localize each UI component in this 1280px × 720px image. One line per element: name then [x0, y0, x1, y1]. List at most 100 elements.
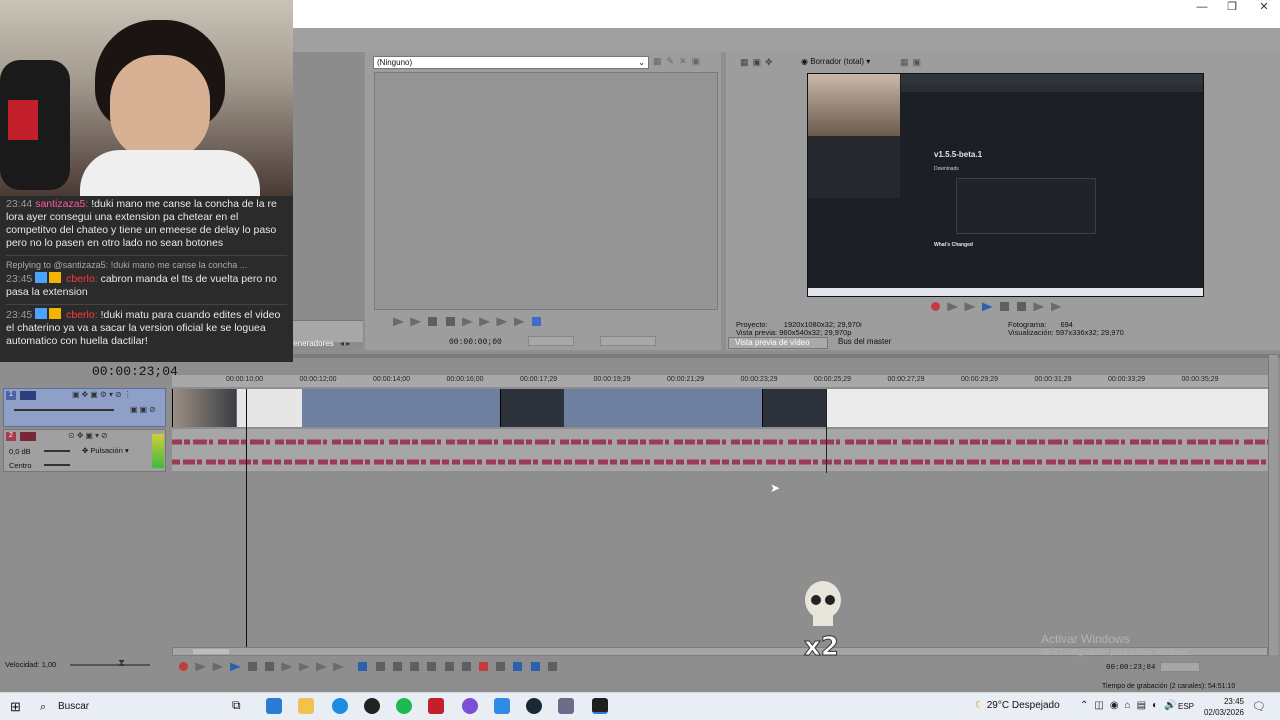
pause-icon[interactable]: [428, 317, 438, 327]
chat-colon: :: [85, 198, 89, 210]
next-icon[interactable]: [1050, 302, 1062, 312]
speed-handle-icon[interactable]: ⧗: [118, 658, 130, 670]
edge-icon[interactable]: [332, 698, 348, 714]
language-indicator[interactable]: ESP: [1178, 702, 1194, 711]
loop-icon[interactable]: [947, 302, 959, 312]
timeline-transport[interactable]: [176, 662, 676, 674]
trimmer-source-dropdown[interactable]: (Ninguno) ⌄: [373, 56, 649, 69]
preview-quality-dropdown[interactable]: ◉ Borrador (total) ▾: [801, 57, 891, 69]
spotify-icon[interactable]: [396, 698, 412, 714]
play-icon[interactable]: [964, 302, 976, 312]
next-frame-icon[interactable]: [479, 317, 491, 327]
restore-button[interactable]: ❐: [1217, 0, 1247, 14]
play-from-start-icon[interactable]: [212, 662, 224, 672]
playhead[interactable]: [246, 389, 247, 647]
copilot-icon[interactable]: [266, 698, 282, 714]
video-clip[interactable]: [762, 389, 826, 427]
system-tray-icons[interactable]: ⌃◫◉⌂▤◐🔊: [1080, 700, 1183, 711]
file-explorer-icon[interactable]: [298, 698, 314, 714]
clock[interactable]: 23:45 02/03/2026: [1200, 696, 1244, 718]
timeline-zoom-control[interactable]: [1160, 662, 1200, 672]
selection-tool-icon[interactable]: [392, 662, 402, 672]
video-track-extra[interactable]: ▣▣⊘: [130, 405, 158, 414]
vegas-icon[interactable]: [428, 698, 444, 714]
audio-track-lane[interactable]: [172, 429, 1268, 471]
record-icon[interactable]: [179, 662, 188, 672]
speed-slider[interactable]: [70, 664, 150, 666]
loop-icon[interactable]: [195, 662, 207, 672]
stop-icon[interactable]: [265, 662, 275, 672]
marker-icon[interactable]: [478, 662, 488, 672]
stop-icon[interactable]: [445, 317, 455, 327]
taskbar-search[interactable]: ⌕ Buscar: [34, 698, 224, 716]
audio-track-buttons[interactable]: ⊙✥▣▾⊘: [68, 431, 110, 440]
go-start-icon[interactable]: [281, 662, 293, 672]
pause-icon[interactable]: [247, 662, 257, 672]
discord-icon[interactable]: [462, 698, 478, 714]
prev-frame-icon[interactable]: [461, 317, 473, 327]
region-icon[interactable]: [496, 662, 506, 672]
speed-label: Velocidad: 1,00: [5, 660, 57, 669]
video-clip[interactable]: [826, 389, 1268, 427]
lock-envelopes-icon[interactable]: [547, 662, 557, 672]
trimmer-view[interactable]: [374, 72, 718, 310]
trim-icon[interactable]: [444, 662, 454, 672]
trimmer-zoom[interactable]: [600, 336, 656, 346]
weather-widget[interactable]: ☾ 29°C Despejado: [975, 700, 1060, 711]
stop-icon[interactable]: [1017, 302, 1027, 312]
step-forward-icon[interactable]: [513, 317, 525, 327]
next-frame-icon[interactable]: [333, 662, 345, 672]
tab-scroll-arrows[interactable]: ◂ ▸: [340, 339, 356, 349]
task-view-icon[interactable]: ⧉: [232, 698, 248, 714]
trimmer-transport[interactable]: [391, 317, 721, 329]
go-end-icon[interactable]: [298, 662, 310, 672]
tab-media-generators[interactable]: Generadores de me: [287, 339, 335, 349]
preview-transport[interactable]: [928, 302, 1088, 314]
edit-tool-icon[interactable]: [358, 662, 368, 672]
zoom-tool-icon[interactable]: [410, 662, 420, 672]
prev-frame-icon[interactable]: [315, 662, 327, 672]
trimmer-slider[interactable]: [528, 336, 574, 346]
timeline-vertical-scrollbar[interactable]: [1268, 355, 1278, 655]
envelope-tool-icon[interactable]: [375, 662, 385, 672]
pause-icon[interactable]: [999, 302, 1009, 312]
delete-icon[interactable]: [427, 662, 437, 672]
video-track-header[interactable]: 1 ▣✥▣⚙▾⊘⋮ ▣▣⊘: [3, 388, 166, 427]
tab-master-bus[interactable]: Bus del master: [832, 337, 912, 349]
step-back-icon[interactable]: [496, 317, 508, 327]
minimize-button[interactable]: —: [1187, 0, 1217, 14]
prev-icon[interactable]: [1033, 302, 1045, 312]
loop-icon[interactable]: [393, 317, 404, 327]
tab-video-preview[interactable]: Vista previa de vídeo: [728, 337, 828, 349]
record-icon[interactable]: [931, 302, 940, 312]
video-track-lane[interactable]: [172, 389, 1268, 427]
trimmer-toolbar[interactable]: ▦✎✕▣: [653, 56, 717, 68]
audio-volume-slider[interactable]: [44, 450, 70, 452]
close-button[interactable]: ✕: [1249, 0, 1279, 14]
audio-mode-dropdown[interactable]: ✥ Pulsación ▾: [82, 446, 129, 455]
app-icon[interactable]: [558, 698, 574, 714]
selection-icon[interactable]: [531, 317, 541, 327]
notifications-icon[interactable]: 🗨: [1252, 700, 1266, 713]
audio-track-header[interactable]: 2 ⊙✥▣▾⊘ 0,0 dB ✥ Pulsación ▾ Centro: [3, 429, 166, 472]
steam-icon[interactable]: [526, 698, 542, 714]
scrollbar-thumb[interactable]: [193, 649, 229, 654]
preview-toolbar-left[interactable]: ▦▣✥: [740, 57, 800, 69]
split-icon[interactable]: [461, 662, 471, 672]
video-clip[interactable]: [500, 389, 564, 427]
preview-toolbar-right[interactable]: ▦▣: [900, 57, 960, 69]
audio-pan-slider[interactable]: [44, 464, 70, 466]
play-icon[interactable]: [410, 317, 422, 327]
video-opacity-slider[interactable]: [14, 409, 114, 411]
video-track-buttons[interactable]: ▣✥▣⚙▾⊘⋮: [72, 390, 134, 399]
play-icon[interactable]: [229, 662, 241, 672]
chaterino-icon[interactable]: [494, 698, 510, 714]
video-clip[interactable]: [172, 389, 236, 427]
auto-ripple-icon[interactable]: [530, 662, 540, 672]
active-app-icon[interactable]: [592, 698, 608, 714]
timeline-ruler[interactable]: 00:00:10;00 00:00:12;00 00:00:14;00 00:00:1…: [172, 375, 1268, 387]
windows-start-icon[interactable]: ⊞: [10, 700, 24, 714]
app-icon[interactable]: [364, 698, 380, 714]
play-selection-icon[interactable]: [981, 302, 993, 312]
snap-icon[interactable]: [513, 662, 523, 672]
